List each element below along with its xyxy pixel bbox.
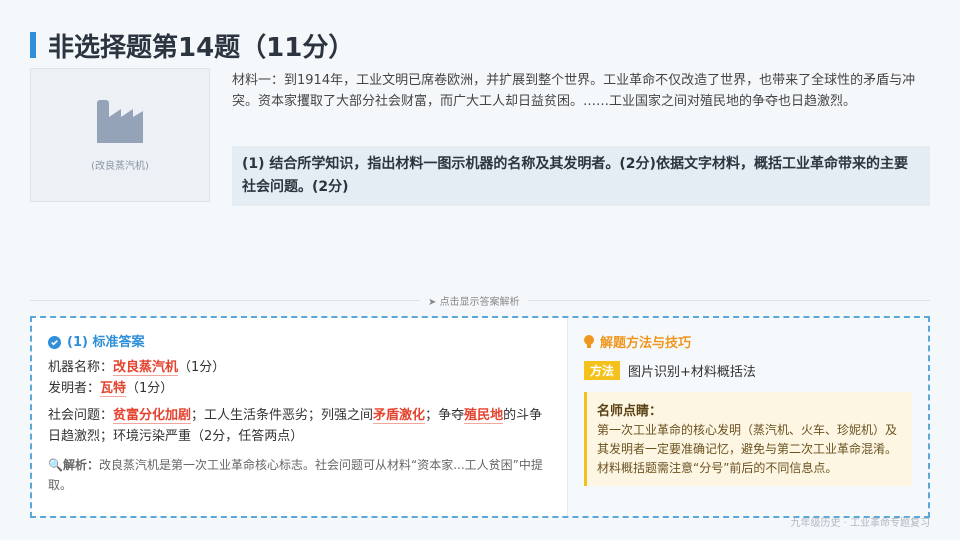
highlight: 贫富分化加剧: [113, 408, 192, 424]
method-row: 方法 图片识别+材料概括法: [584, 361, 912, 380]
footer-text: 九年级历史 · 工业革命专题复习: [790, 518, 930, 529]
standard-answer: (1) 标准答案 机器名称：改良蒸汽机（1分） 发明者：瓦特（1分） 社会问题：…: [32, 318, 567, 516]
social-line: 社会问题：贫富分化加剧；工人生活条件恶劣；列强之间矛盾激化；争夺殖民地的斗争日趋…: [48, 405, 551, 447]
highlight: 矛盾激化: [373, 408, 426, 424]
inventor-score: （1分）: [126, 381, 174, 396]
answer-heading: (1) 标准答案: [67, 335, 145, 350]
analysis-text: 改良蒸汽机是第一次工业革命核心标志。社会问题可从材料“资本家...工人贫困”中提…: [48, 458, 543, 492]
tips-panel: 解题方法与技巧 方法 图片识别+材料概括法 名师点睛： 第一次工业革命的核心发明（…: [567, 318, 928, 516]
lightbulb-icon: [584, 334, 594, 348]
answer-panel: (1) 标准答案 机器名称：改良蒸汽机（1分） 发明者：瓦特（1分） 社会问题：…: [30, 316, 930, 518]
inventor-answer: 瓦特: [100, 381, 127, 397]
inventor-label: 发明者：: [48, 381, 101, 396]
method-tag: 方法: [584, 361, 621, 380]
tip-body: 第一次工业革命的核心发明（蒸汽机、火车、珍妮机）及其发明者一定要准确记忆，避免与…: [597, 423, 898, 475]
image-placeholder: (改良蒸汽机): [30, 68, 210, 202]
machine-label: 机器名称：: [48, 360, 114, 375]
teacher-tip: 名师点睛： 第一次工业革命的核心发明（蒸汽机、火车、珍妮机）及其发明者一定要准确…: [584, 392, 912, 486]
inventor-line: 发明者：瓦特（1分）: [48, 378, 551, 399]
method-text: 图片识别+材料概括法: [628, 365, 756, 380]
machine-answer: 改良蒸汽机: [113, 360, 179, 376]
tips-heading: 解题方法与技巧: [600, 336, 692, 351]
check-circle-icon: [48, 336, 61, 349]
analysis: 🔍解析：改良蒸汽机是第一次工业革命核心标志。社会问题可从材料“资本家...工人贫…: [48, 455, 551, 495]
analysis-label: 解析：: [62, 458, 99, 472]
tip-title: 名师点睛：: [597, 404, 663, 419]
image-caption: (改良蒸汽机): [91, 160, 149, 172]
highlight: 殖民地: [464, 408, 504, 424]
text: ；争夺: [425, 408, 465, 423]
page-title: 非选择题第14题（11分）: [30, 28, 355, 63]
title-accent-bar: [30, 32, 36, 58]
reveal-answer-button[interactable]: ➤ 点击显示答案解析: [420, 293, 528, 308]
reveal-label: 点击显示答案解析: [439, 297, 520, 308]
cursor-icon: ➤: [428, 297, 440, 308]
machine-line: 机器名称：改良蒸汽机（1分）: [48, 357, 551, 378]
text: ；工人生活条件恶劣；列强之间: [191, 408, 374, 423]
material-text: 材料一：到1914年，工业文明已席卷欧洲，并扩展到整个世界。工业革命不仅改造了世…: [232, 73, 916, 109]
title-text: 非选择题第14题（11分）: [48, 32, 355, 63]
factory-icon: [97, 99, 143, 143]
search-icon: 🔍: [48, 458, 63, 472]
social-label: 社会问题：: [48, 408, 114, 423]
machine-score: （1分）: [178, 360, 226, 375]
question-box: (1) 结合所学知识，指出材料一图示机器的名称及其发明者。(2分)依据文字材料，…: [232, 146, 930, 206]
